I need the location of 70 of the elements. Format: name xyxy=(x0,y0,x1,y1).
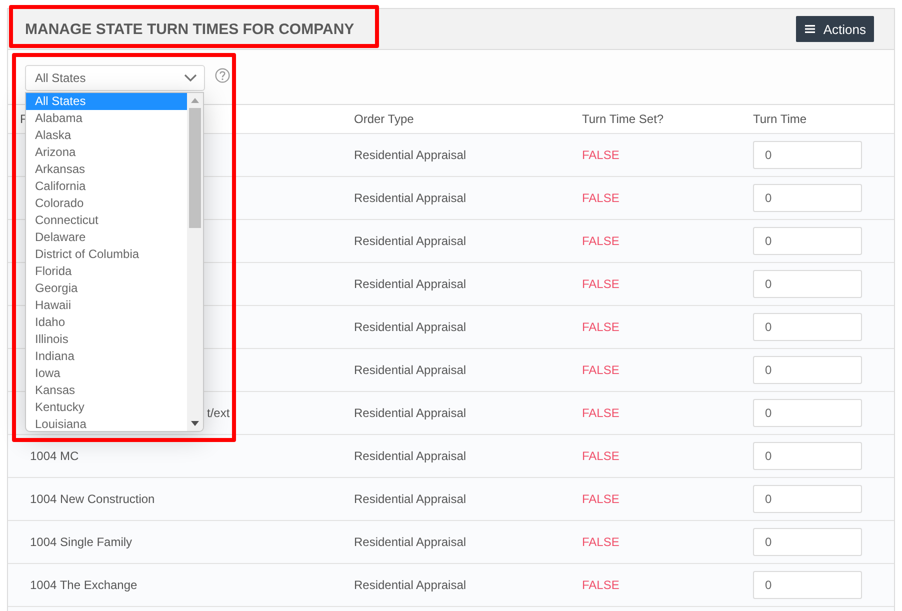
scrollbar[interactable] xyxy=(187,93,203,431)
turn-time-input[interactable]: 0 xyxy=(753,270,862,298)
table-cell: t/ext xyxy=(207,406,230,420)
turn-time-input[interactable]: 0 xyxy=(753,485,862,513)
scrollbar-thumb[interactable] xyxy=(189,108,201,228)
table-cell: Residential Appraisal xyxy=(354,320,466,334)
table-cell: 1004 MC xyxy=(30,449,79,463)
dropdown-option[interactable]: Illinois xyxy=(26,331,187,348)
dropdown-option[interactable]: Louisiana xyxy=(26,416,187,431)
dropdown-option[interactable]: Connecticut xyxy=(26,212,187,229)
dropdown-option[interactable]: Kansas xyxy=(26,382,187,399)
turn-time-input[interactable]: 0 xyxy=(753,227,862,255)
turn-time-input[interactable]: 0 xyxy=(753,356,862,384)
dropdown-option[interactable]: Hawaii xyxy=(26,297,187,314)
turn-time-input[interactable]: 0 xyxy=(753,184,862,212)
turn-time-input[interactable]: 0 xyxy=(753,528,862,556)
turn-time-input[interactable]: 0 xyxy=(753,399,862,427)
menu-icon xyxy=(805,25,816,33)
dropdown-option[interactable]: Florida xyxy=(26,263,187,280)
table-cell: Residential Appraisal xyxy=(354,535,466,549)
table-cell: Residential Appraisal xyxy=(354,492,466,506)
turn-time-input[interactable]: 0 xyxy=(753,442,862,470)
column-header: Order Type xyxy=(342,105,570,134)
table-cell: FALSE xyxy=(582,578,620,592)
table-cell: FALSE xyxy=(582,148,620,162)
table-cell: Residential Appraisal xyxy=(354,406,466,420)
panel-title: MANAGE STATE TURN TIMES FOR COMPANY xyxy=(25,20,354,38)
scroll-up-arrow-icon[interactable] xyxy=(191,98,199,103)
table-cell: FALSE xyxy=(582,492,620,506)
column-header: Turn Time xyxy=(741,105,894,134)
table-cell: Residential Appraisal xyxy=(354,449,466,463)
actions-button[interactable]: Actions xyxy=(796,16,874,42)
dropdown-option[interactable]: Colorado xyxy=(26,195,187,212)
scroll-down-arrow-icon[interactable] xyxy=(191,421,199,426)
dropdown-option[interactable]: Idaho xyxy=(26,314,187,331)
table-cell: FALSE xyxy=(582,320,620,334)
dropdown-option[interactable]: District of Columbia xyxy=(26,246,187,263)
dropdown-option[interactable]: Arkansas xyxy=(26,161,187,178)
turn-time-input[interactable]: 0 xyxy=(753,571,862,599)
table-cell: Residential Appraisal xyxy=(354,234,466,248)
dropdown-option[interactable]: Iowa xyxy=(26,365,187,382)
table-cell: Residential Appraisal xyxy=(354,363,466,377)
dropdown-option[interactable]: Kentucky xyxy=(26,399,187,416)
table-cell: FALSE xyxy=(582,449,620,463)
table-cell: FALSE xyxy=(582,406,620,420)
help-icon[interactable] xyxy=(215,68,230,83)
table-cell: 1004 Single Family xyxy=(30,535,132,549)
table-cell: FALSE xyxy=(582,277,620,291)
dropdown-option[interactable]: All States xyxy=(26,93,187,110)
table-cell: Residential Appraisal xyxy=(354,578,466,592)
chevron-down-icon xyxy=(184,74,197,82)
dropdown-option[interactable]: Georgia xyxy=(26,280,187,297)
turn-time-input[interactable]: 0 xyxy=(753,141,862,169)
state-select[interactable]: All States xyxy=(25,65,205,91)
dropdown-option[interactable]: Alabama xyxy=(26,110,187,127)
table-cell: 1004 New Construction xyxy=(30,492,155,506)
table-cell: FALSE xyxy=(582,234,620,248)
table-cell: 1004 The Exchange xyxy=(30,578,138,592)
turn-time-input[interactable]: 0 xyxy=(753,313,862,341)
dropdown-option[interactable]: Arizona xyxy=(26,144,187,161)
table-cell: FALSE xyxy=(582,363,620,377)
dropdown-option[interactable]: Delaware xyxy=(26,229,187,246)
table-cell: FALSE xyxy=(582,535,620,549)
table-cell: Residential Appraisal xyxy=(354,191,466,205)
column-header: Turn Time Set? xyxy=(570,105,741,134)
dropdown-option[interactable]: Indiana xyxy=(26,348,187,365)
table-cell: Residential Appraisal xyxy=(354,277,466,291)
table-cell: Residential Appraisal xyxy=(354,148,466,162)
table-cell: FALSE xyxy=(582,191,620,205)
dropdown-option[interactable]: California xyxy=(26,178,187,195)
